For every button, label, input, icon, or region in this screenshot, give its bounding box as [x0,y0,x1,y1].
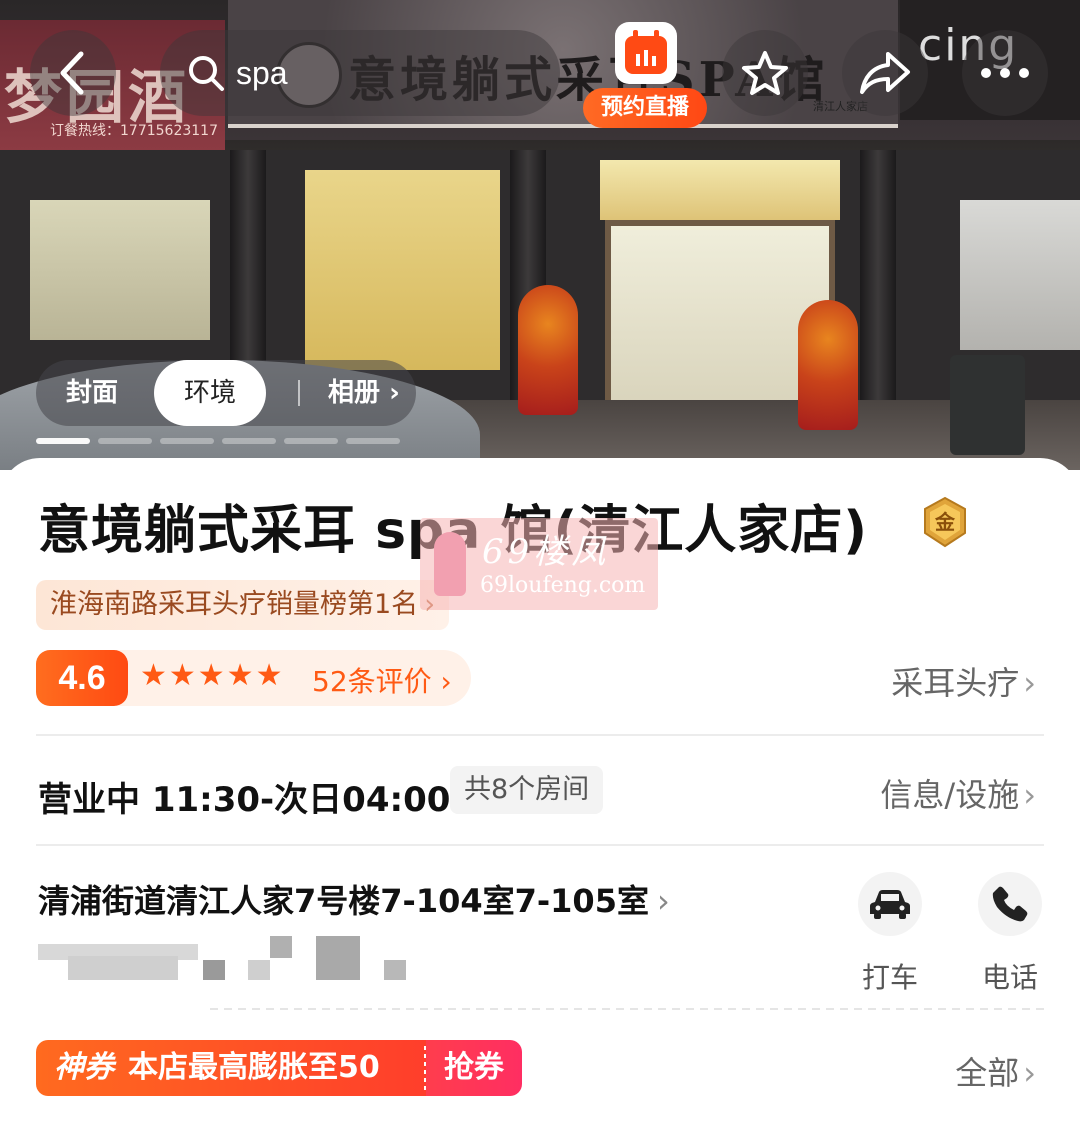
photo-progress-segment [346,438,400,444]
tab-environment[interactable]: 环境 [154,360,266,426]
tab-album[interactable]: 相册 › [328,360,400,426]
info-facilities-label: 信息/设施 [880,776,1020,814]
all-coupons-label: 全部 [955,1054,1020,1092]
spa-window [305,170,500,370]
chevron-right-icon: › [1023,1054,1036,1092]
car-icon [858,872,922,936]
divider [36,734,1044,736]
address-text: 清浦街道清江人家7号楼7-104室7-105室 [38,882,649,920]
sales-rank-badge[interactable]: 淮海南路采耳头疗销量榜第1名› [36,580,449,630]
review-count: 52条评价 › [312,660,452,700]
star-outline-icon [742,51,788,95]
photo-progress-segment [284,438,338,444]
chevron-right-icon: › [440,665,452,698]
chevron-right-icon: › [1023,776,1036,814]
phone-label: 电话 [981,961,1038,994]
neighbor-shop-window [960,200,1080,350]
review-count-text: 52条评价 [312,665,432,698]
address-link[interactable]: 清浦街道清江人家7号楼7-104室7-105室 › [38,876,670,922]
photo-progress-segment [36,438,90,444]
search-bar[interactable]: spa [160,30,560,116]
neighbor-shop-window [30,200,210,340]
grab-coupon-button[interactable]: 抢券 [426,1040,522,1096]
dashed-divider [210,1008,1044,1010]
watermark-figure [434,532,466,596]
back-arrow-icon [60,51,84,95]
taxi-label: 打车 [861,961,918,994]
chevron-right-icon: › [389,378,400,408]
coupon-text: 本店最高膨胀至50 [128,1050,380,1085]
category-link[interactable]: 采耳头疗 › [891,658,1036,704]
tab-cover[interactable]: 封面 [66,360,118,426]
phone-icon [978,872,1042,936]
more-dots-icon [981,68,1029,78]
share-button[interactable] [842,30,928,116]
medal-text: 金 [934,510,956,534]
photo-category-tabs: 封面 环境 相册 › [36,360,416,426]
chevron-right-icon: › [656,882,670,920]
rank-text: 淮海南路采耳头疗销量榜第1名 [50,589,419,620]
share-icon [860,52,910,94]
tab-divider [298,380,300,406]
phone-button[interactable]: 电话 [950,872,1070,994]
business-hours: 营业中 11:30-次日04:00 [38,780,451,820]
favorite-button[interactable] [722,30,808,116]
photo-progress-segment [222,438,276,444]
watermark-line2: 69loufeng.com [480,573,646,598]
blurred-distance-text [38,936,418,982]
rating-stars: ★★★★★ [140,658,285,693]
live-booking-button[interactable]: 预约直播 [583,22,707,130]
flower-basket [518,285,578,415]
search-icon [189,56,224,91]
live-booking-label: 预约直播 [583,88,707,128]
coupon-main: 神券 本店最高膨胀至50 [36,1040,426,1096]
photo-progress-segment [98,438,152,444]
trash-bin [950,355,1025,455]
info-facilities-link[interactable]: 信息/设施 › [880,770,1036,816]
more-button[interactable] [962,30,1048,116]
photo-progress-segment [160,438,214,444]
left-sign-phone: 订餐热线：17715623117 [50,123,218,139]
watermark: 69楼凤 69loufeng.com [420,518,658,610]
tab-album-label: 相册 [328,378,381,408]
coupon-banner[interactable]: 神券 本店最高膨胀至50 抢券 [36,1040,522,1096]
search-text: spa [236,54,288,91]
coupon-tag: 神券 [54,1050,114,1085]
room-count-chip: 共8个房间 [450,766,604,814]
back-button[interactable] [30,30,116,116]
chevron-right-icon: › [1023,664,1036,702]
category-label: 采耳头疗 [891,664,1020,702]
shop-info-card: 意境躺式采耳 spa 馆(清江人家店) 金 淮海南路采耳头疗销量榜第1名› 69… [0,458,1080,1131]
rating-score: 4.6 [36,650,128,706]
watermark-line1: 69楼凤 [482,532,610,572]
flower-basket [798,300,858,430]
door-light [600,160,840,220]
gold-medal-icon: 金 [924,496,966,548]
rating-summary[interactable]: 4.6 ★★★★★ 52条评价 › [36,650,476,706]
divider [36,844,1044,846]
all-coupons-link[interactable]: 全部 › [955,1048,1036,1094]
taxi-button[interactable]: 打车 [830,872,950,994]
calendar-icon [615,22,677,84]
